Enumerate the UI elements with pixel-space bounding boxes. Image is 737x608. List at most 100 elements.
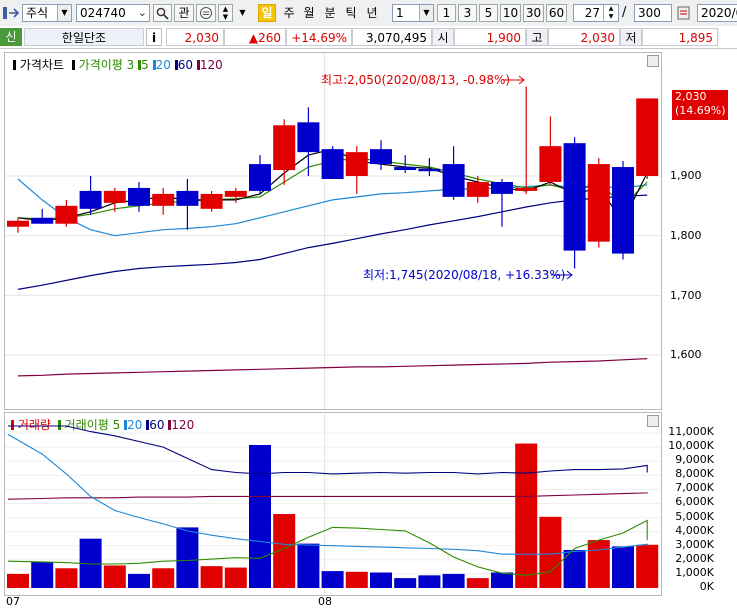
period-1-button[interactable]: 1 [437,4,456,22]
open-label: 시 [432,28,454,46]
candle-body[interactable] [321,149,344,179]
candle-body[interactable] [7,220,29,227]
volume-bar[interactable] [55,568,78,588]
volume-bar[interactable] [200,566,223,588]
tab-monthly[interactable]: 월 [300,4,318,22]
tab-tick[interactable]: 틱 [342,4,360,22]
volume-bar[interactable] [612,546,634,588]
tab-daily[interactable]: 일 [258,4,276,22]
volume-bar[interactable] [273,514,296,588]
candle-body[interactable] [345,152,368,176]
credit-badge: 신 [0,28,22,46]
volume-axis-label: 2,000K [675,551,714,565]
volume-bar[interactable] [491,572,513,589]
volume-bar[interactable] [249,444,271,588]
volume-axis: 11,000K 10,000K 9,000K 8,000K 7,000K 6,000K 5,… [662,412,737,596]
volume-bar[interactable] [418,575,441,588]
candle-body[interactable] [273,125,296,171]
candle-body[interactable] [612,167,634,254]
count-input[interactable]: 27 ▲ ▼ [573,4,619,22]
volume-bar[interactable] [31,561,54,588]
volume-ma120-line [7,492,648,500]
info-button[interactable]: i [146,28,162,46]
chevron-down-icon[interactable]: ▼ [57,5,71,21]
candle-body[interactable] [466,181,489,197]
volume-axis-label: 1,000K [675,565,714,579]
period-10-button[interactable]: 10 [500,4,521,22]
high-value: 2,030 [548,28,620,46]
volume-bar[interactable] [515,443,538,588]
volume-bar[interactable] [128,573,150,588]
candle-body[interactable] [587,164,610,242]
volume-bar[interactable] [466,578,489,588]
volume-bar[interactable] [103,565,126,588]
date-input[interactable]: 2020/0 [697,4,737,22]
link-button[interactable] [196,4,216,22]
tab-yearly[interactable]: 년 [363,4,381,22]
candle-body[interactable] [249,164,271,191]
volume-bar[interactable] [345,571,368,588]
candle-body[interactable] [297,122,320,153]
chevron-down-icon[interactable]: ▼ [419,5,433,21]
volume-bar[interactable] [321,571,344,588]
candle-body[interactable] [636,98,659,176]
volume-bar[interactable] [442,573,465,588]
link-icon [200,7,212,19]
candle-body[interactable] [31,217,54,224]
volume-axis-label: 4,000K [675,523,714,537]
period-5-button[interactable]: 5 [479,4,498,22]
volume-bar[interactable] [224,567,247,588]
candle-body[interactable] [152,193,175,206]
candle-body[interactable] [103,190,126,203]
search-button[interactable] [153,4,172,22]
open-value: 1,900 [454,28,526,46]
candle-body[interactable] [563,143,586,251]
volume-bar[interactable] [176,527,199,588]
interest-button[interactable]: 관 [174,4,194,22]
market-select[interactable]: 주식 ▼ [22,4,72,22]
candle-body[interactable] [55,205,78,224]
volume-bar[interactable] [370,572,392,589]
price-chart-svg: 최고:2,050(2020/08/13, -0.98%) 최저:1,745(20… [5,53,661,409]
candle-body[interactable] [539,146,562,182]
panel-toggle-icon[interactable] [2,6,20,20]
volume-bar[interactable] [636,544,659,588]
candle-body[interactable] [224,190,247,197]
stock-code-input[interactable]: 024740 ⌄ [76,4,150,22]
period-3-button[interactable]: 3 [458,4,477,22]
candle-body[interactable] [200,193,223,209]
volume-bar[interactable] [394,578,417,588]
volume-chart-panel[interactable]: 거래량 거래이평 5 20 60 120 [4,412,662,596]
volume-bar[interactable] [587,540,610,588]
chevron-down-icon[interactable]: ▼ [236,4,249,22]
count-total-input[interactable]: 300 [634,4,672,22]
volume-bar[interactable] [7,573,29,588]
candle-body[interactable] [418,168,441,172]
price-ma20-line [17,178,648,237]
count-stepper[interactable]: ▲ ▼ [603,5,618,21]
settings-button[interactable] [676,4,692,22]
tab-minute[interactable]: 분 [321,4,339,22]
price-chart-panel[interactable]: 가격차트 가격이평 3 5 20 60 120 최고:2,050(2020/08… [4,52,662,410]
tab-weekly[interactable]: 주 [280,4,298,22]
unit-select[interactable]: 1 ▼ [392,4,434,22]
candle-body[interactable] [176,190,199,206]
candle-body[interactable] [394,167,417,171]
volume-axis-label: 3,000K [675,537,714,551]
chevron-down-icon[interactable]: ⌄ [138,5,147,21]
candle-body[interactable] [128,187,150,206]
volume-axis-label: 5,000K [675,509,714,523]
trade-volume: 3,070,495 [352,28,432,46]
volume-bar[interactable] [539,516,562,588]
candle-body[interactable] [515,187,538,191]
volume-bar[interactable] [152,568,175,588]
period-30-button[interactable]: 30 [523,4,544,22]
up-down-stepper[interactable]: ▲ ▼ [218,4,233,22]
candle-body[interactable] [79,190,102,209]
volume-bar[interactable] [297,543,320,588]
candle-body[interactable] [491,181,513,194]
period-60-button[interactable]: 60 [546,4,567,22]
candle-body[interactable] [370,149,392,165]
volume-axis-label: 10,000K [668,439,714,453]
candle-body[interactable] [442,164,465,197]
